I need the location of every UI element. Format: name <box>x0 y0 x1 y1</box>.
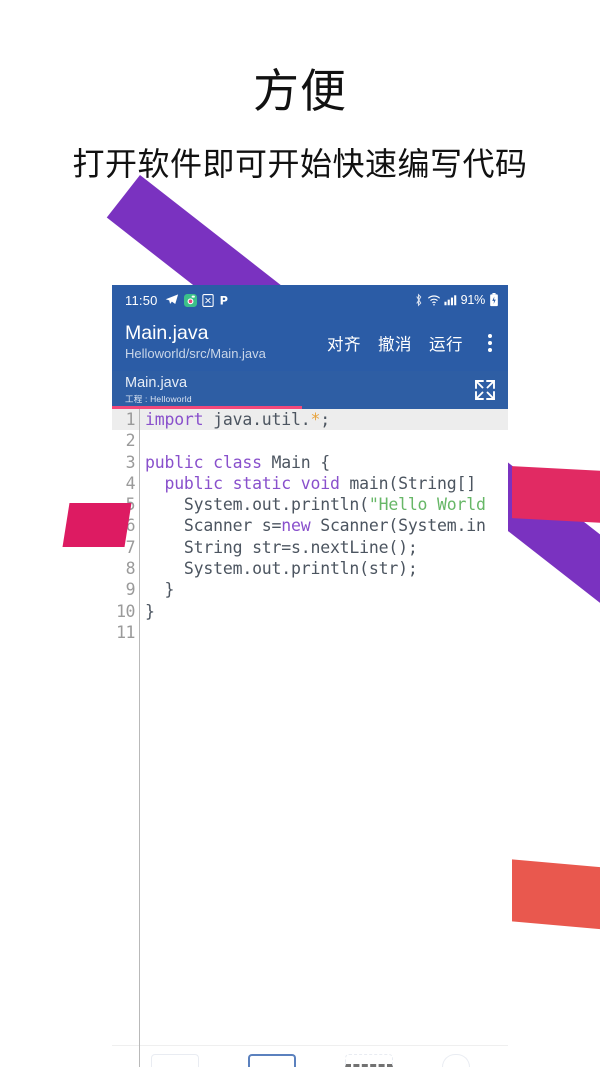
code-line-text: } <box>145 601 155 621</box>
status-bar: 11:50 P 91% <box>112 285 508 315</box>
page-title: 方便 <box>253 65 347 117</box>
line-number: 6 <box>125 516 136 536</box>
code-line[interactable]: 4 public static void main(String[] <box>112 473 508 494</box>
line-number: 5 <box>125 495 136 515</box>
battery-icon <box>489 293 499 307</box>
undo-button[interactable]: 撤消 <box>378 331 412 355</box>
app-bar-title: Main.java <box>125 322 209 345</box>
fullscreen-expand-icon[interactable] <box>472 377 498 403</box>
app-bar-subtitle: Helloworld/src/Main.java <box>125 346 266 362</box>
p-app-icon: P <box>219 294 230 307</box>
code-line[interactable]: 11 <box>112 622 508 643</box>
decorative-red-ribbon <box>512 859 600 931</box>
line-number: 4 <box>125 473 136 493</box>
image-app-icon <box>201 293 214 307</box>
toolbar-button-2[interactable] <box>247 1054 296 1067</box>
code-line-text: public static void main(String[] <box>164 473 476 493</box>
code-line[interactable]: 10} <box>112 601 508 622</box>
line-number: 3 <box>125 452 136 472</box>
editor-tab-filename: Main.java <box>125 374 188 391</box>
line-number: 2 <box>125 431 136 451</box>
toolbar-button-4[interactable] <box>441 1054 470 1067</box>
toolbar-button-1[interactable] <box>150 1054 199 1067</box>
app-bar-actions: 对齐 撤消 运行 <box>327 331 498 355</box>
code-editor[interactable]: 1 import java.util.*; 2 3 public class Main … <box>112 409 508 1067</box>
code-line[interactable]: 5 System.out.println("Hello World <box>112 494 508 515</box>
overflow-menu-icon[interactable] <box>480 332 498 354</box>
code-line-text: Scanner s=new Scanner(System.in <box>145 516 486 536</box>
decorative-pink-ribbon-right <box>512 466 600 524</box>
status-left-icons: P <box>165 293 230 307</box>
page-subtitle: 打开软件即可开始快速编写代码 <box>72 145 528 182</box>
bluetooth-icon <box>413 293 424 307</box>
editor-tab-bar: Main.java 工程 : Helloworld <box>112 371 508 409</box>
code-line-text: System.out.println("Hello World <box>145 495 486 515</box>
code-line[interactable]: 9 } <box>112 579 508 600</box>
code-line-text: String str=s.nextLine(); <box>145 537 418 557</box>
promo-heading-block: 方便 打开软件即可开始快速编写代码 <box>0 0 600 183</box>
code-line-text: System.out.println(str); <box>145 559 418 579</box>
line-number: 1 <box>112 409 139 431</box>
editor-tab-main[interactable]: Main.java 工程 : Helloworld <box>125 374 192 404</box>
line-number: 10 <box>116 601 135 621</box>
code-line[interactable]: 2 <box>112 430 508 451</box>
align-button[interactable]: 对齐 <box>327 331 361 355</box>
status-right-icons: 91% <box>413 293 499 307</box>
code-line[interactable]: 1 import java.util.*; <box>112 409 508 431</box>
editor-bottom-toolbar <box>112 1045 508 1067</box>
code-lines: 1 import java.util.*; 2 3 public class Main … <box>112 409 508 643</box>
code-line[interactable]: 3 public class Main { <box>112 452 508 473</box>
code-line[interactable]: 7 String str=s.nextLine(); <box>112 537 508 558</box>
signal-icon <box>444 293 458 307</box>
editor-tab-project: 工程 : Helloworld <box>125 393 192 404</box>
line-number: 11 <box>116 622 135 642</box>
app-bar-titles: Main.java Helloworld/src/Main.java <box>125 323 266 362</box>
line-number: 9 <box>125 580 136 600</box>
line-number: 7 <box>125 537 136 557</box>
phone-screenshot: 11:50 P 91% Main.java Helloworld/src/Mai… <box>112 285 508 1067</box>
code-line[interactable]: 8 System.out.println(str); <box>112 558 508 579</box>
svg-text:P: P <box>219 294 227 307</box>
app-bar: Main.java Helloworld/src/Main.java 对齐 撤消… <box>112 315 508 371</box>
code-line-text: } <box>145 580 175 600</box>
telegram-icon <box>165 293 179 307</box>
battery-percent-label: 91% <box>460 293 486 307</box>
code-line-text: import java.util.*; <box>139 409 508 431</box>
gutter-divider <box>139 409 140 1067</box>
status-time: 11:50 <box>125 292 158 308</box>
camera-icon <box>183 293 197 307</box>
promo-page: 方便 打开软件即可开始快速编写代码 11:50 P 91% Main.java … <box>0 0 600 1067</box>
run-button[interactable]: 运行 <box>429 331 463 355</box>
code-line-text: public class Main { <box>145 452 330 472</box>
wifi-icon <box>427 293 441 307</box>
code-line[interactable]: 6 Scanner s=new Scanner(System.in <box>112 515 508 536</box>
line-number: 8 <box>125 559 136 579</box>
toolbar-button-3[interactable] <box>344 1054 393 1067</box>
